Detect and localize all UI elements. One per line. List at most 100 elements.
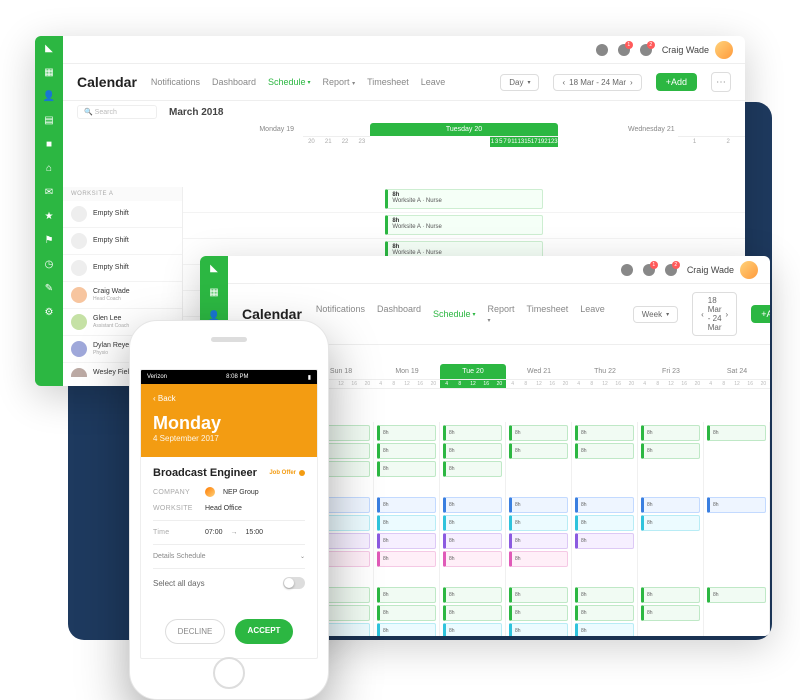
shift-chip[interactable]: 8h <box>707 587 766 603</box>
shift-chip[interactable]: 8h <box>641 587 700 603</box>
tab-notifications[interactable]: Notifications <box>151 77 200 87</box>
view-period-select[interactable]: Week▾ <box>633 306 678 323</box>
shift-chip[interactable]: 8h <box>443 443 502 459</box>
mail-icon[interactable]: 1 <box>643 264 655 276</box>
list-item[interactable]: Empty Shift <box>63 201 182 228</box>
shift-chip[interactable]: 8h <box>443 533 502 549</box>
shift-chip[interactable]: 8h <box>377 425 436 441</box>
shift-chip[interactable]: 8h <box>641 497 700 513</box>
date-range-picker[interactable]: ‹18 Mar - 24 Mar› <box>692 292 737 336</box>
shift-chip[interactable]: 8h <box>575 605 634 621</box>
shift-chip[interactable]: 8h <box>509 497 568 513</box>
shift-chip[interactable]: 8h <box>443 623 502 636</box>
shift-chip[interactable]: 8h <box>575 533 634 549</box>
shift-chip[interactable]: 8h <box>575 443 634 459</box>
nav-chat-icon[interactable]: ✉ <box>43 186 55 198</box>
back-button[interactable]: ‹ Back <box>153 394 305 403</box>
shift-chip[interactable]: 8h <box>443 497 502 513</box>
shift-chip[interactable]: 8h <box>641 425 700 441</box>
shift-chip[interactable]: 8h <box>443 587 502 603</box>
shift-chip[interactable]: 8h <box>377 497 436 513</box>
nav-home-icon[interactable]: ⌂ <box>43 162 55 174</box>
shift-block[interactable]: 8hWorksite A · Nurse <box>385 189 542 209</box>
shift-chip[interactable]: 8h <box>377 443 436 459</box>
shift-chip[interactable]: 8h <box>509 515 568 531</box>
tab-timesheet[interactable]: Timesheet <box>367 77 409 87</box>
logo-icon[interactable]: ◣ <box>43 42 55 54</box>
shift-chip[interactable]: 8h <box>443 551 502 567</box>
tab-report[interactable]: Report ▾ <box>488 304 515 324</box>
list-item[interactable]: Empty Shift <box>63 228 182 255</box>
shift-chip[interactable]: 8h <box>443 605 502 621</box>
date-range-picker[interactable]: ‹18 Mar - 24 Mar› <box>553 74 641 91</box>
tab-schedule[interactable]: Schedule▾ <box>433 304 476 324</box>
shift-chip[interactable]: 8h <box>575 515 634 531</box>
shift-chip[interactable]: 8h <box>377 587 436 603</box>
decline-button[interactable]: DECLINE <box>165 619 225 644</box>
add-button[interactable]: +Add <box>751 305 770 323</box>
shift-chip[interactable]: 8h <box>641 515 700 531</box>
shift-chip[interactable]: 8h <box>443 461 502 477</box>
bell-icon[interactable]: 2 <box>665 264 677 276</box>
tab-dashboard[interactable]: Dashboard <box>212 77 256 87</box>
shift-chip[interactable]: 8h <box>377 533 436 549</box>
shift-chip[interactable]: 8h <box>509 443 568 459</box>
shift-chip[interactable]: 8h <box>707 425 766 441</box>
shift-chip[interactable]: 8h <box>377 605 436 621</box>
nav-grid-icon[interactable]: ▦ <box>208 286 220 298</box>
nav-settings-icon[interactable]: ⚙ <box>43 306 55 318</box>
logo-icon[interactable]: ◣ <box>208 262 220 274</box>
shift-chip[interactable]: 8h <box>377 623 436 636</box>
nav-grid-icon[interactable]: ▦ <box>43 66 55 78</box>
mail-icon[interactable]: 1 <box>618 44 630 56</box>
tab-schedule[interactable]: Schedule▾ <box>268 77 311 87</box>
accept-button[interactable]: ACCEPT <box>235 619 293 644</box>
search-input[interactable]: 🔍 Search <box>77 105 157 119</box>
user-menu[interactable]: Craig Wade <box>662 41 733 59</box>
view-period-select[interactable]: Day▾ <box>500 74 539 91</box>
tab-leave[interactable]: Leave <box>421 77 446 87</box>
help-icon[interactable] <box>621 264 633 276</box>
details-schedule-row[interactable]: Details Schedule⌄ <box>153 553 305 560</box>
user-menu[interactable]: Craig Wade <box>687 261 758 279</box>
shift-chip[interactable]: 8h <box>509 533 568 549</box>
shift-chip[interactable]: 8h <box>509 425 568 441</box>
shift-chip[interactable]: 8h <box>509 551 568 567</box>
more-button[interactable]: ⋯ <box>711 72 731 92</box>
nav-user-icon[interactable]: 👤 <box>43 90 55 102</box>
shift-chip[interactable]: 8h <box>377 515 436 531</box>
tab-notifications[interactable]: Notifications <box>316 304 365 324</box>
shift-chip[interactable]: 8h <box>509 587 568 603</box>
shift-chip[interactable]: 8h <box>575 497 634 513</box>
shift-chip[interactable]: 8h <box>641 443 700 459</box>
shift-chip[interactable]: 8h <box>509 605 568 621</box>
help-icon[interactable] <box>596 44 608 56</box>
shift-chip[interactable]: 8h <box>575 425 634 441</box>
nav-edit-icon[interactable]: ✎ <box>43 282 55 294</box>
shift-chip[interactable]: 8h <box>443 515 502 531</box>
chevron-down-icon: ⌄ <box>300 553 305 560</box>
shift-chip[interactable]: 8h <box>509 623 568 636</box>
shift-chip[interactable]: 8h <box>575 623 634 636</box>
toggle-switch[interactable] <box>283 577 305 589</box>
bell-icon[interactable]: 2 <box>640 44 652 56</box>
shift-chip[interactable]: 8h <box>377 461 436 477</box>
tab-leave[interactable]: Leave <box>580 304 605 324</box>
nav-clock-icon[interactable]: ◷ <box>43 258 55 270</box>
shift-chip[interactable]: 8h <box>707 497 766 513</box>
add-button[interactable]: +Add <box>656 73 697 91</box>
list-item[interactable]: Empty Shift <box>63 255 182 282</box>
tab-timesheet[interactable]: Timesheet <box>527 304 569 324</box>
tab-report[interactable]: Report ▾ <box>323 77 356 87</box>
shift-block[interactable]: 8hWorksite A · Nurse <box>385 215 542 235</box>
tab-dashboard[interactable]: Dashboard <box>377 304 421 324</box>
shift-chip[interactable]: 8h <box>575 587 634 603</box>
nav-doc-icon[interactable]: ▤ <box>43 114 55 126</box>
nav-star-icon[interactable]: ★ <box>43 210 55 222</box>
nav-briefcase-icon[interactable]: ■ <box>43 138 55 150</box>
list-item[interactable]: Craig WadeHead Coach <box>63 282 182 309</box>
nav-tag-icon[interactable]: ⚑ <box>43 234 55 246</box>
shift-chip[interactable]: 8h <box>377 551 436 567</box>
shift-chip[interactable]: 8h <box>443 425 502 441</box>
shift-chip[interactable]: 8h <box>641 605 700 621</box>
